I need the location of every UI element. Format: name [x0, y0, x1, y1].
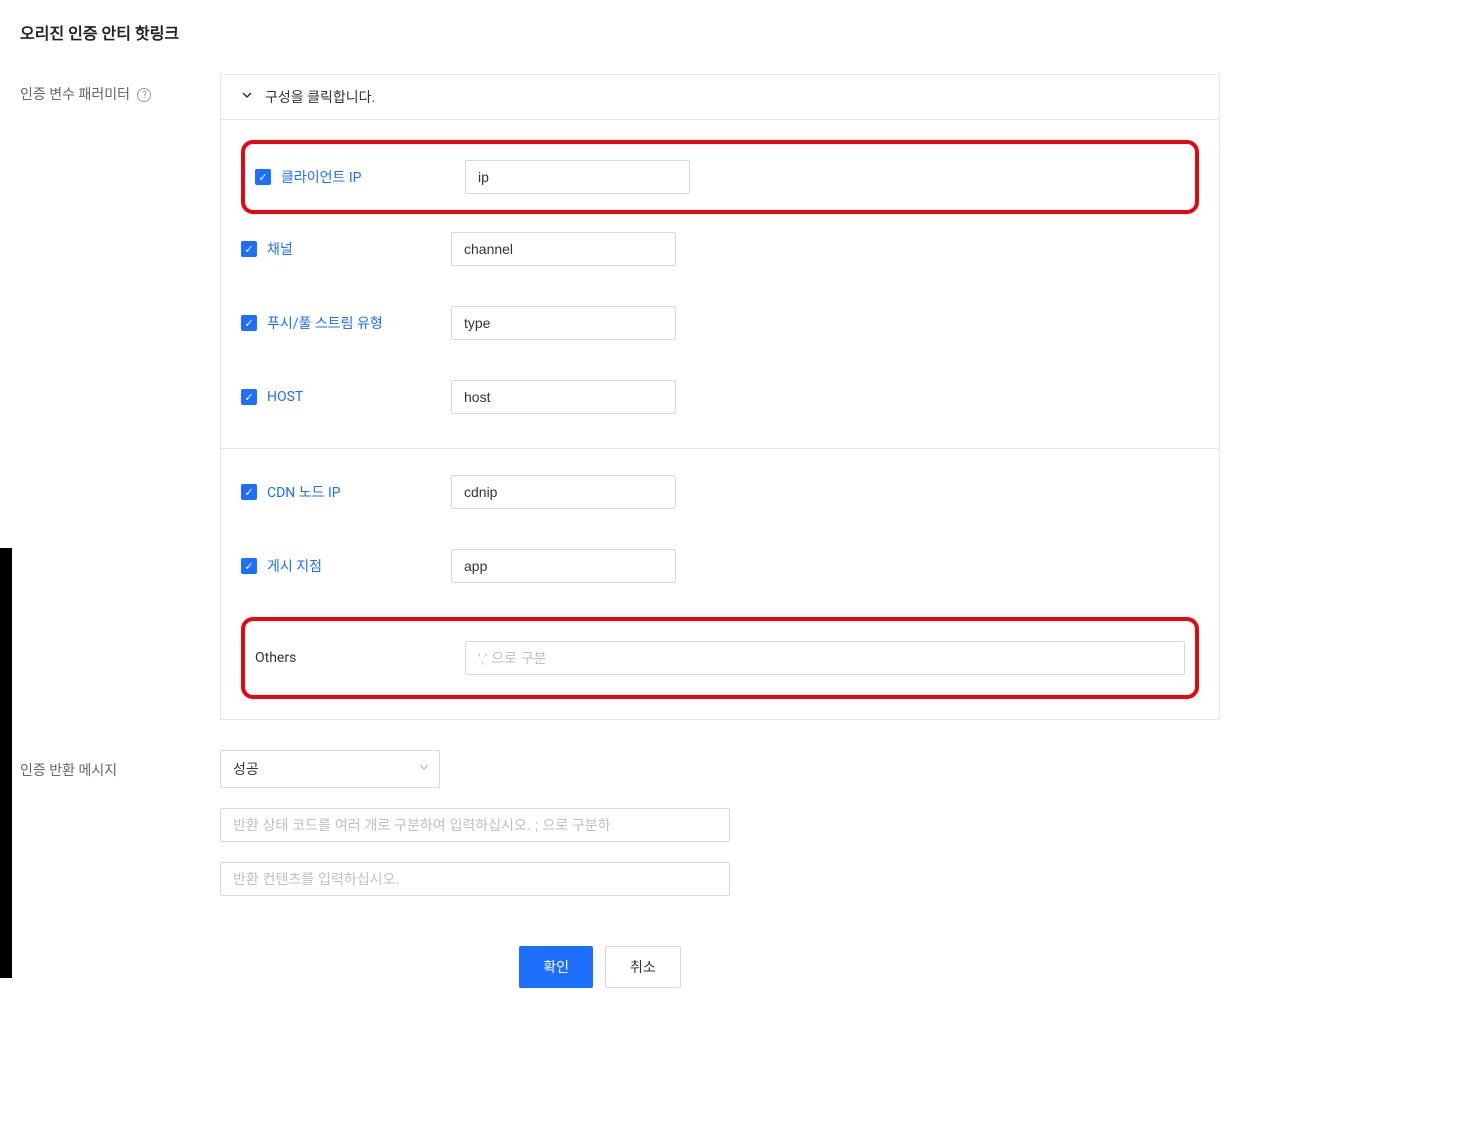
- config-body: ✓ 클라이언트 IP ✓ 채널 ✓ 푸: [221, 120, 1219, 719]
- input-status-codes[interactable]: [220, 808, 730, 842]
- select-value: 성공: [220, 750, 440, 788]
- checkbox-label: CDN 노드 IP: [267, 482, 341, 502]
- input-others[interactable]: [465, 641, 1185, 675]
- help-icon[interactable]: ?: [137, 88, 151, 102]
- input-publish-point[interactable]: [451, 549, 676, 583]
- highlight-others: Others: [241, 617, 1199, 699]
- page-title: 오리진 인증 안티 핫링크: [20, 20, 1443, 44]
- checkbox-label: HOST: [267, 389, 303, 405]
- input-channel[interactable]: [451, 232, 676, 266]
- param-row-publish-point: ✓ 게시 지점: [241, 543, 1199, 589]
- checkbox-host[interactable]: ✓ HOST: [241, 389, 451, 405]
- divider: [221, 448, 1219, 449]
- checkbox-icon: ✓: [241, 389, 257, 405]
- checkbox-icon: ✓: [241, 241, 257, 257]
- checkbox-label: 게시 지점: [267, 556, 322, 576]
- param-row-host: ✓ HOST: [241, 374, 1199, 420]
- highlight-client-ip: ✓ 클라이언트 IP: [241, 140, 1199, 214]
- config-panel: 구성을 클릭합니다. ✓ 클라이언트 IP ✓ 채: [220, 74, 1220, 720]
- checkbox-label: 푸시/풀 스트림 유형: [267, 313, 383, 333]
- checkbox-icon: ✓: [241, 558, 257, 574]
- checkbox-icon: ✓: [255, 169, 271, 185]
- checkbox-publish-point[interactable]: ✓ 게시 지점: [241, 556, 451, 576]
- config-toggle-header[interactable]: 구성을 클릭합니다.: [221, 75, 1219, 120]
- config-header-text: 구성을 클릭합니다.: [265, 87, 375, 107]
- auth-params-label: 인증 변수 패러미터 ?: [20, 74, 220, 104]
- param-row-client-ip: ✓ 클라이언트 IP: [255, 154, 1185, 200]
- chevron-down-icon: [241, 89, 253, 105]
- checkbox-client-ip[interactable]: ✓ 클라이언트 IP: [255, 167, 465, 187]
- param-row-stream-type: ✓ 푸시/풀 스트림 유형: [241, 300, 1199, 346]
- checkbox-icon: ✓: [241, 484, 257, 500]
- checkbox-label: 채널: [267, 239, 293, 259]
- input-return-content[interactable]: [220, 862, 730, 896]
- input-stream-type[interactable]: [451, 306, 676, 340]
- confirm-button[interactable]: 확인: [519, 946, 593, 988]
- checkbox-icon: ✓: [241, 315, 257, 331]
- checkbox-label: 클라이언트 IP: [281, 167, 362, 187]
- button-row: 확인 취소: [20, 946, 980, 988]
- return-status-select[interactable]: 성공: [220, 750, 440, 788]
- input-cdn-ip[interactable]: [451, 475, 676, 509]
- return-msg-section: 인증 반환 메시지 성공: [20, 750, 1443, 916]
- checkbox-channel[interactable]: ✓ 채널: [241, 239, 451, 259]
- others-label: Others: [255, 650, 465, 666]
- param-row-others: Others: [255, 635, 1185, 681]
- cancel-button[interactable]: 취소: [605, 946, 681, 988]
- input-client-ip[interactable]: [465, 160, 690, 194]
- checkbox-stream-type[interactable]: ✓ 푸시/풀 스트림 유형: [241, 313, 451, 333]
- param-row-channel: ✓ 채널: [241, 226, 1199, 272]
- auth-params-section: 인증 변수 패러미터 ? 구성을 클릭합니다. ✓ 클라이언트 IP: [20, 74, 1443, 720]
- param-row-cdn-ip: ✓ CDN 노드 IP: [241, 469, 1199, 515]
- return-msg-label: 인증 반환 메시지: [20, 750, 220, 780]
- input-host[interactable]: [451, 380, 676, 414]
- checkbox-cdn-ip[interactable]: ✓ CDN 노드 IP: [241, 482, 451, 502]
